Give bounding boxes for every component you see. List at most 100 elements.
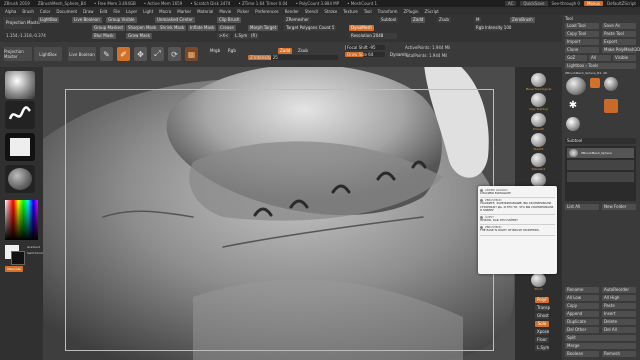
- morph-target-button[interactable]: Morph Target: [248, 25, 279, 31]
- zbrush-brush-icon-button[interactable]: Subtool: [379, 17, 399, 23]
- ac-button[interactable]: AC: [504, 1, 517, 6]
- del-other-button[interactable]: Del Other: [565, 327, 599, 333]
- z-intensity-slider[interactable]: Z Intensity 25: [248, 55, 338, 60]
- secondary-color-swatch[interactable]: [11, 251, 25, 265]
- zremesher-button[interactable]: ZRemesher: [284, 17, 311, 23]
- crease-button[interactable]: Crease: [218, 25, 236, 31]
- lightbox-tools-button[interactable]: Lightbox › Tools: [565, 63, 636, 69]
- append-button[interactable]: Append: [565, 311, 599, 317]
- save-as-button[interactable]: Save As: [602, 23, 636, 29]
- menu-zscript[interactable]: ZScript: [425, 9, 439, 14]
- ghost-tray-button[interactable]: Ghost: [535, 313, 549, 319]
- menu-movie[interactable]: Movie: [219, 9, 231, 14]
- import-button[interactable]: Import: [565, 39, 599, 45]
- lsym-tray-button[interactable]: L.Sym: [535, 345, 549, 351]
- see-through-slider[interactable]: See-through 0: [552, 1, 580, 6]
- all-button[interactable]: All: [589, 55, 611, 61]
- draw-size-slider[interactable]: Draw Size 64: [345, 52, 385, 57]
- live-boolean-button[interactable]: Live Boolean: [72, 17, 102, 23]
- rename-button[interactable]: Rename: [565, 287, 599, 293]
- copy-tool-button[interactable]: Copy Tool: [565, 31, 599, 37]
- subtool-row[interactable]: [567, 160, 634, 170]
- zsub-button[interactable]: Zsub: [437, 17, 451, 23]
- paste-tool-button[interactable]: Paste Tool: [602, 31, 636, 37]
- blur-mask-button[interactable]: Blur Mask: [92, 33, 116, 39]
- group-masked-button[interactable]: Group Masked: [92, 25, 125, 31]
- lightbox-tile[interactable]: LightBox: [34, 47, 62, 61]
- move-button[interactable]: ✥: [134, 47, 147, 61]
- menu-preferences[interactable]: Preferences: [255, 9, 279, 14]
- menu-stroke[interactable]: Stroke: [324, 9, 337, 14]
- resolution-slider[interactable]: Resolution 2048: [349, 33, 397, 39]
- floor-tray-button[interactable]: Floor: [535, 337, 549, 343]
- stroke-thumbnail[interactable]: [5, 101, 35, 129]
- make-polymesh-button[interactable]: Make PolyMesh3D: [602, 47, 640, 53]
- tray-brush-clay-buildup[interactable]: Clay Buildup: [522, 93, 555, 112]
- tray-brush-smooth[interactable]: Smooth: [522, 113, 555, 132]
- tray-brush-slash3[interactable]: Slash3: [522, 133, 555, 152]
- insert-button[interactable]: Insert: [602, 311, 636, 317]
- menu-stencil[interactable]: Stencil: [305, 9, 319, 14]
- paste-button[interactable]: Paste: [602, 303, 636, 309]
- zero-brush-button[interactable]: ZeroBrush: [510, 17, 535, 23]
- delete-button[interactable]: Delete: [602, 319, 636, 325]
- menu-edit[interactable]: Edit: [100, 9, 108, 14]
- edit-button[interactable]: ✎: [100, 47, 113, 61]
- radial-symmetry-button[interactable]: (R): [249, 33, 259, 39]
- alternate-button[interactable]: Alternate: [5, 266, 23, 272]
- copy-button[interactable]: Copy: [565, 303, 599, 309]
- menu-picker[interactable]: Picker: [237, 9, 249, 14]
- subtool-row[interactable]: [567, 172, 634, 182]
- menu-alpha[interactable]: Alpha: [5, 9, 16, 14]
- menu-file[interactable]: File: [113, 9, 120, 14]
- zadd-button[interactable]: Zadd: [411, 17, 426, 23]
- projection-master-button[interactable]: Projection Master: [4, 17, 41, 29]
- live-boolean-tile[interactable]: Live Boolean: [68, 47, 96, 61]
- menu-transform[interactable]: Transform: [378, 9, 398, 14]
- goz-button[interactable]: GoZ: [565, 55, 587, 61]
- subtool-row[interactable]: ZBrushMesh_Sphere: [567, 148, 634, 158]
- export-button[interactable]: Export: [602, 39, 636, 45]
- tray-brush-move-topological[interactable]: Move Topological: [522, 73, 555, 92]
- texture-thumbnail[interactable]: [5, 165, 35, 193]
- split-button[interactable]: Split: [565, 335, 636, 341]
- clip-brush-button[interactable]: Clip Brush: [217, 17, 242, 23]
- polyf-button[interactable]: ▦: [185, 47, 198, 61]
- menu-zplugin[interactable]: ZPlugin: [404, 9, 419, 14]
- menu-color[interactable]: Color: [40, 9, 50, 14]
- zsub-shelf-button[interactable]: Zsub: [296, 48, 310, 54]
- local-symmetry-button[interactable]: L.Sym: [233, 33, 250, 39]
- rgb-intensity-slider[interactable]: Rgb Intensity 100: [474, 25, 511, 31]
- tool-thumbnail[interactable]: [566, 77, 586, 95]
- merge-button[interactable]: Merge: [565, 343, 636, 349]
- menu-light[interactable]: Light: [143, 9, 153, 14]
- list-all-button[interactable]: List All: [565, 204, 599, 210]
- scale-button[interactable]: ⤢: [151, 47, 164, 61]
- group-visible-button[interactable]: Group Visible: [106, 17, 137, 23]
- target-polygons-slider[interactable]: Target Polygons Count 5: [284, 25, 337, 31]
- polymesh-tool-thumbnail[interactable]: [604, 99, 618, 113]
- menu-layer[interactable]: Layer: [126, 9, 137, 14]
- tool-sub-thumbnail[interactable]: [590, 78, 600, 88]
- star-tool-icon[interactable]: ✱: [566, 99, 580, 113]
- dynamesh-button[interactable]: DynaMesh: [349, 25, 374, 31]
- simple-brush-thumbnail[interactable]: [566, 117, 580, 131]
- remesh-button[interactable]: Remesh: [602, 351, 636, 357]
- transp-tray-button[interactable]: Transp: [535, 305, 550, 311]
- focal-shift-slider[interactable]: Focal Shift -95: [345, 45, 385, 50]
- default-zscript[interactable]: DefaultZScript: [607, 1, 636, 6]
- autoreorder-button[interactable]: AutoReorder: [602, 287, 636, 293]
- rotate-button[interactable]: ⟳: [168, 47, 181, 61]
- menu-brush[interactable]: Brush: [22, 9, 34, 14]
- menu-texture[interactable]: Texture: [343, 9, 358, 14]
- grow-mask-button[interactable]: Grow Mask: [126, 33, 152, 39]
- load-tool-button[interactable]: Load Tool: [565, 23, 599, 29]
- projection-master-tile[interactable]: Projection Master: [4, 47, 32, 61]
- sharpen-mask-button[interactable]: Sharpen Mask: [126, 25, 159, 31]
- menu-tool[interactable]: Tool: [364, 9, 372, 14]
- menu-document[interactable]: Document: [56, 9, 77, 14]
- visible-button[interactable]: Visible: [613, 55, 636, 61]
- all-high-button[interactable]: All High: [602, 295, 636, 301]
- gradient-label[interactable]: Gradient: [27, 245, 40, 249]
- m-button[interactable]: M: [474, 17, 482, 23]
